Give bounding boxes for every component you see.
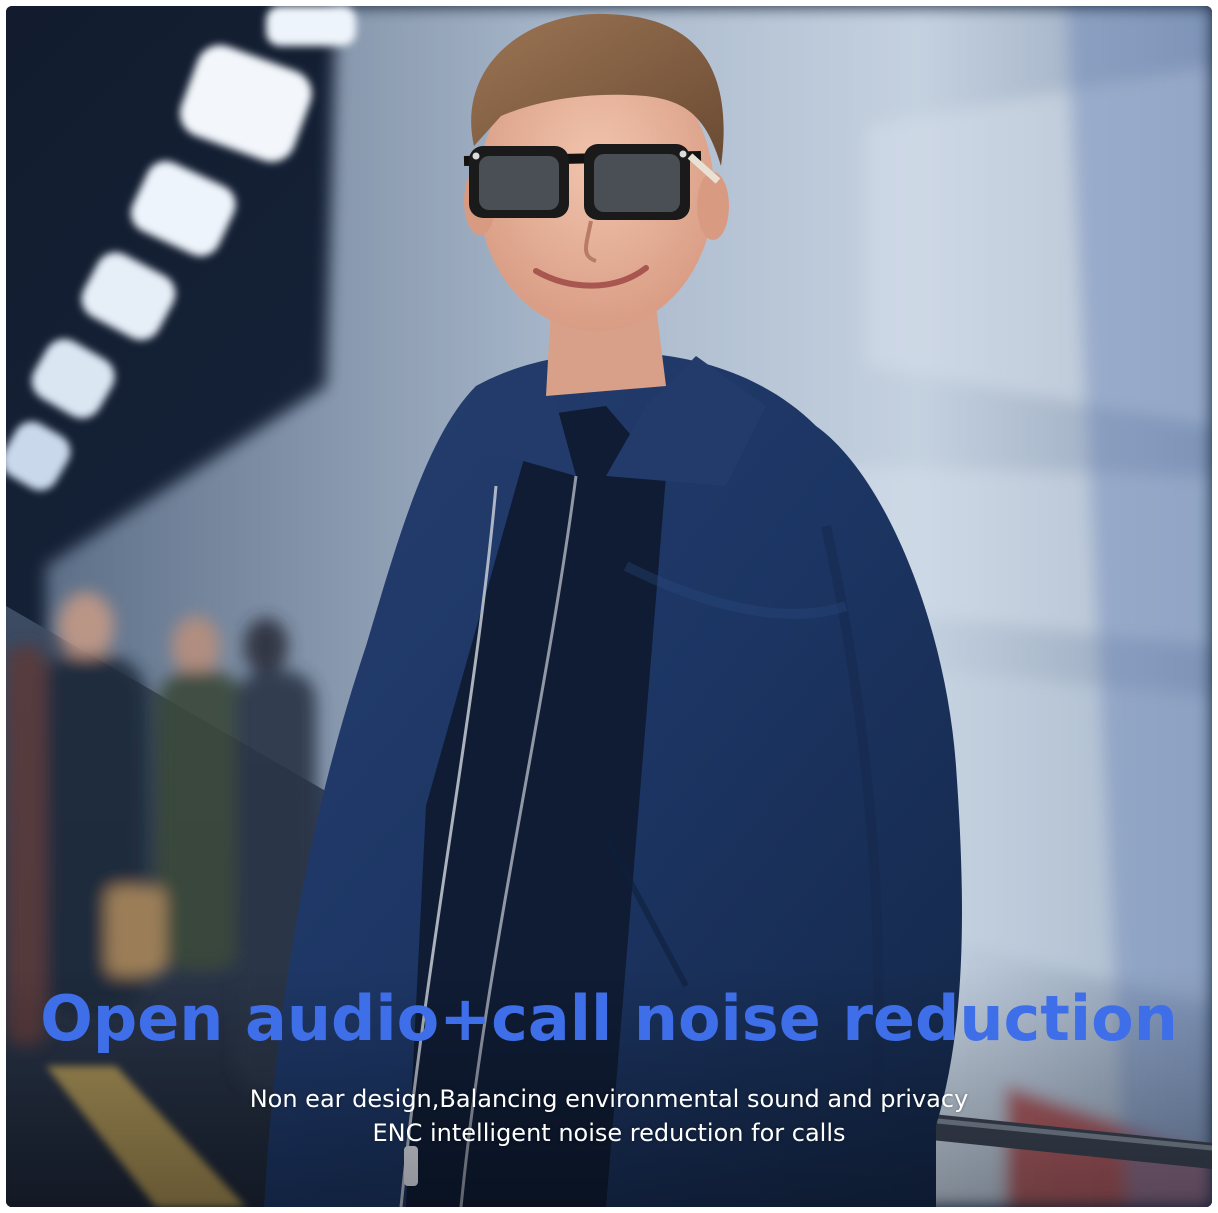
product-banner: Open audio+call noise reduction Non ear … — [6, 6, 1212, 1207]
subline-design: Non ear design,Balancing environmental s… — [249, 1085, 969, 1113]
subline-enc: ENC intelligent noise reduction for call… — [372, 1119, 846, 1147]
headline: Open audio+call noise reduction — [40, 982, 1178, 1055]
